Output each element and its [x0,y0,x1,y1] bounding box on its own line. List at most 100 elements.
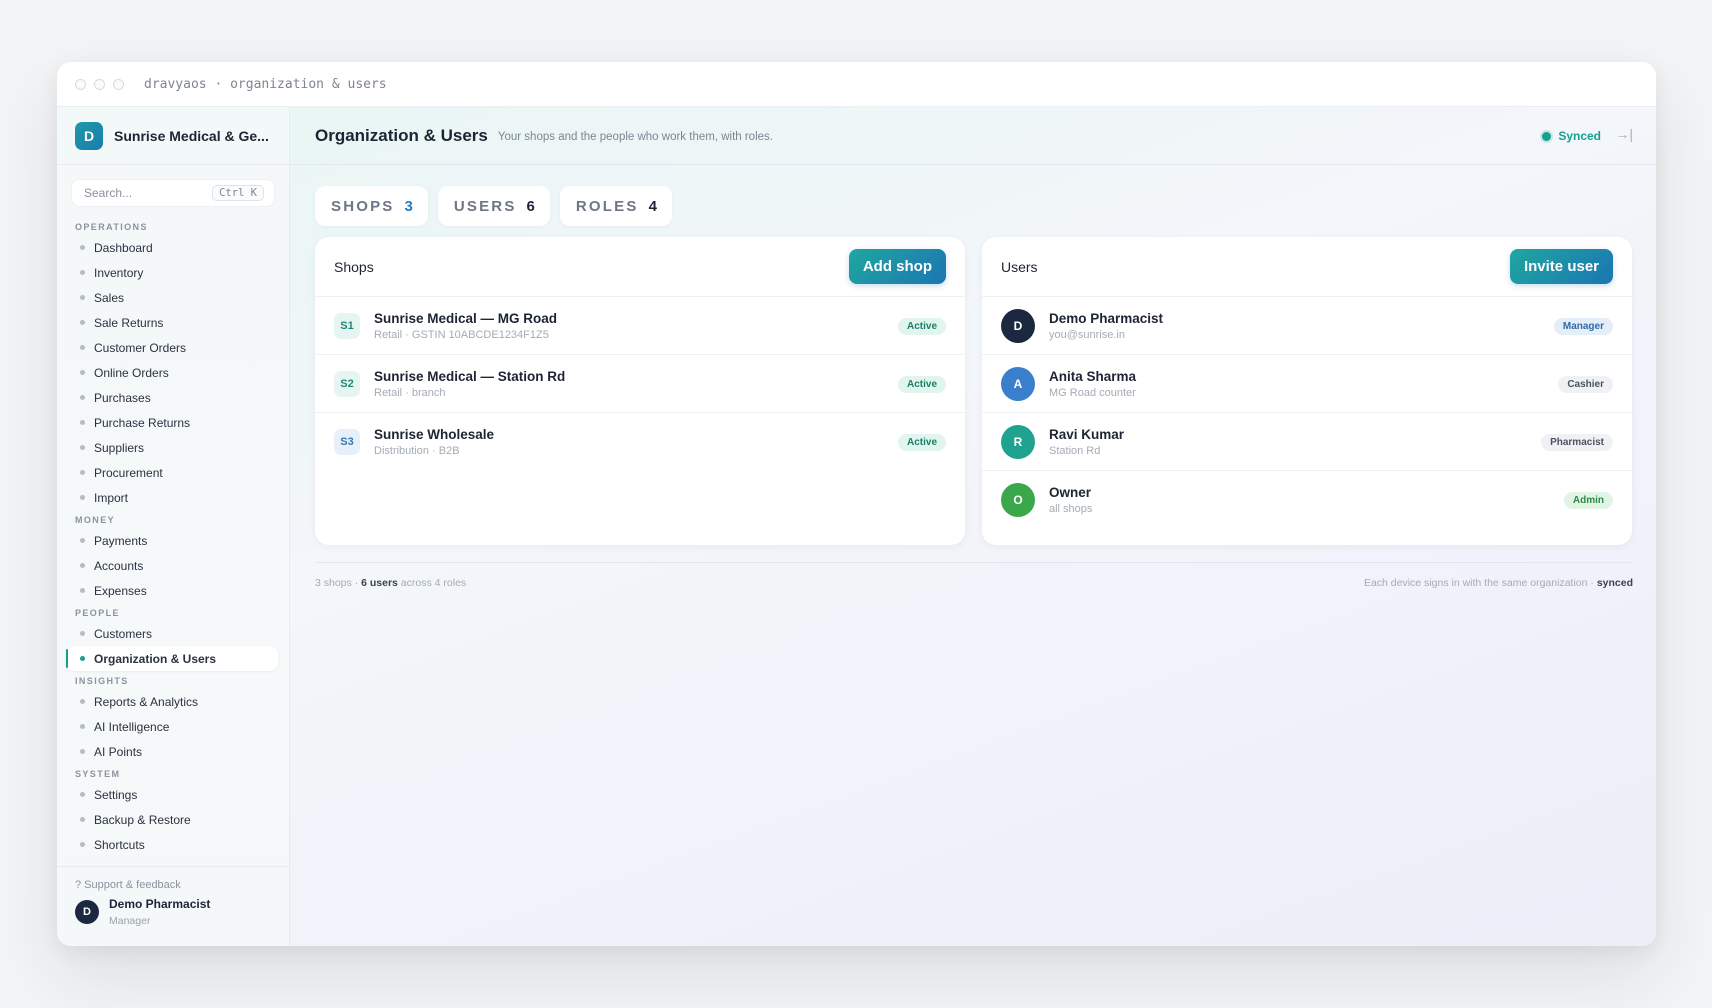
bullet-icon [80,842,85,847]
tab-roles[interactable]: ROLES 4 [559,186,672,226]
role-badge: Admin [1563,492,1613,509]
user-row[interactable]: R Ravi Kumar Station Rd Pharmacist [982,413,1632,471]
sidebar-nav: OPERATIONS Dashboard Inventory Sales Sale Re… [57,219,289,857]
sidebar-item-organization-users[interactable]: Organization & Users [66,646,278,671]
current-user[interactable]: D Demo Pharmacist Manager [57,891,289,927]
nav-section-title: PEOPLE [75,608,120,618]
sidebar-item-label: Settings [94,787,138,802]
sidebar-item-sale-returns[interactable]: Sale Returns [57,310,289,335]
shop-name: Sunrise Medical — Station Rd [374,368,566,384]
sidebar-item-expenses[interactable]: Expenses [57,578,289,603]
org-switcher[interactable]: D Sunrise Medical & Ge... [57,107,289,165]
avatar: D [75,900,99,924]
sign-out-icon[interactable]: →| [1615,126,1633,142]
sidebar-item-ai-points[interactable]: AI Points [57,739,289,764]
user-row[interactable]: D Demo Pharmacist you@sunrise.in Manager [982,297,1632,355]
window-maximize-control[interactable] [113,78,124,90]
user-row[interactable]: O Owner all shops Admin [982,471,1632,529]
window-title: dravyaos · organization & users [144,76,387,92]
sidebar-item-backup-restore[interactable]: Backup & Restore [57,807,289,832]
bullet-icon [80,495,85,500]
sidebar-item-import[interactable]: Import [57,485,289,510]
sidebar-item-label: Accounts [94,558,144,573]
user-row[interactable]: A Anita Sharma MG Road counter Cashier [982,355,1632,413]
user-name: Ravi Kumar [1049,426,1125,442]
role-badge: Manager [1553,318,1613,335]
bullet-icon [80,395,85,400]
bullet-icon [80,656,85,661]
page-header: Organization & Users Your shops and the … [290,107,1656,165]
user-name: Demo Pharmacist [1049,310,1164,326]
sidebar-item-customer-orders[interactable]: Customer Orders [57,335,289,360]
user-details: Station Rd [1049,444,1101,457]
sidebar-item-inventory[interactable]: Inventory [57,260,289,285]
sync-status-label: Synced [1558,129,1601,143]
tab-users-count: 6 [526,197,535,215]
sidebar-item-label: Customers [94,626,153,641]
sidebar-item-reports-analytics[interactable]: Reports & Analytics [57,689,289,714]
status-badge: Active [897,434,946,451]
bullet-icon [80,295,85,300]
add-shop-button[interactable]: Add shop [848,249,946,284]
support-link[interactable]: ? Support & feedback [57,867,289,891]
tab-shops-count: 3 [404,197,413,215]
sidebar-item-label: Online Orders [94,365,169,380]
sidebar-item-label: Reports & Analytics [94,694,199,709]
org-name: Sunrise Medical & Ge... [114,127,269,144]
tab-shops[interactable]: SHOPS 3 [315,186,428,226]
shop-row[interactable]: S3 Sunrise Wholesale Distribution · B2B … [315,413,965,471]
sidebar-item-dashboard[interactable]: Dashboard [57,235,289,260]
shop-row[interactable]: S1 Sunrise Medical — MG Road Retail · GS… [315,297,965,355]
sidebar-item-accounts[interactable]: Accounts [57,553,289,578]
sidebar-item-payments[interactable]: Payments [57,528,289,553]
sidebar-item-customers[interactable]: Customers [57,621,289,646]
sidebar-item-settings[interactable]: Settings [57,782,289,807]
shop-details: Retail · GSTIN 10ABCDE1234F1Z5 [374,328,549,341]
sidebar-item-shortcuts[interactable]: Shortcuts [57,832,289,857]
sidebar-item-purchase-returns[interactable]: Purchase Returns [57,410,289,435]
sync-note-text: Each device signs in with the same organ… [1363,577,1597,589]
sidebar-item-online-orders[interactable]: Online Orders [57,360,289,385]
bullet-icon [80,563,85,568]
shop-details: Retail · branch [374,386,446,399]
role-badge: Cashier [1558,376,1613,393]
sidebar-item-ai-intelligence[interactable]: AI Intelligence [57,714,289,739]
summary-tabs: SHOPS 3 USERS 6 ROLES 4 [315,186,672,226]
page-title: Organization & Users [315,125,488,145]
nav-section-title: MONEY [75,515,116,525]
users-list: D Demo Pharmacist you@sunrise.in Manager… [982,297,1632,529]
invite-user-button[interactable]: Invite user [1509,249,1613,284]
sidebar-footer: ? Support & feedback D Demo Pharmacist M… [57,866,289,946]
user-details: you@sunrise.in [1049,328,1125,341]
sidebar-item-label: Inventory [94,265,144,280]
sidebar-item-label: Purchases [94,390,151,405]
sidebar-item-procurement[interactable]: Procurement [57,460,289,485]
summary-footer: 3 shops · 6 users across 4 roles [315,577,466,589]
sidebar-item-label: Sales [94,290,125,305]
sidebar-item-label: AI Intelligence [94,719,170,734]
sidebar-item-purchases[interactable]: Purchases [57,385,289,410]
shop-name: Sunrise Wholesale [374,427,495,442]
summary-roles: across 4 roles [397,577,467,589]
sidebar-item-label: Suppliers [94,440,145,455]
status-badge: Active [897,318,946,335]
sidebar-item-label: Backup & Restore [94,812,191,827]
nav-section-title: INSIGHTS [75,676,129,686]
tab-shops-label: SHOPS [331,197,395,215]
user-name: Anita Sharma [1049,368,1137,384]
role-badge: Pharmacist [1541,434,1613,451]
window-minimize-control[interactable] [94,78,105,90]
bullet-icon [80,470,85,475]
user-details: MG Road counter [1049,386,1136,399]
sidebar-item-sales[interactable]: Sales [57,285,289,310]
shop-row[interactable]: S2 Sunrise Medical — Station Rd Retail ·… [315,355,965,413]
search-input[interactable]: Search... Ctrl K [71,179,275,207]
sidebar-item-suppliers[interactable]: Suppliers [57,435,289,460]
current-user-role: Manager [109,915,151,927]
shop-code-badge: S1 [334,312,360,339]
tab-users[interactable]: USERS 6 [437,186,550,226]
status-badge: Active [897,376,946,393]
window-close-control[interactable] [75,78,86,90]
user-name: Owner [1049,485,1092,500]
sidebar: D Sunrise Medical & Ge... Search... Ctrl… [57,107,290,946]
